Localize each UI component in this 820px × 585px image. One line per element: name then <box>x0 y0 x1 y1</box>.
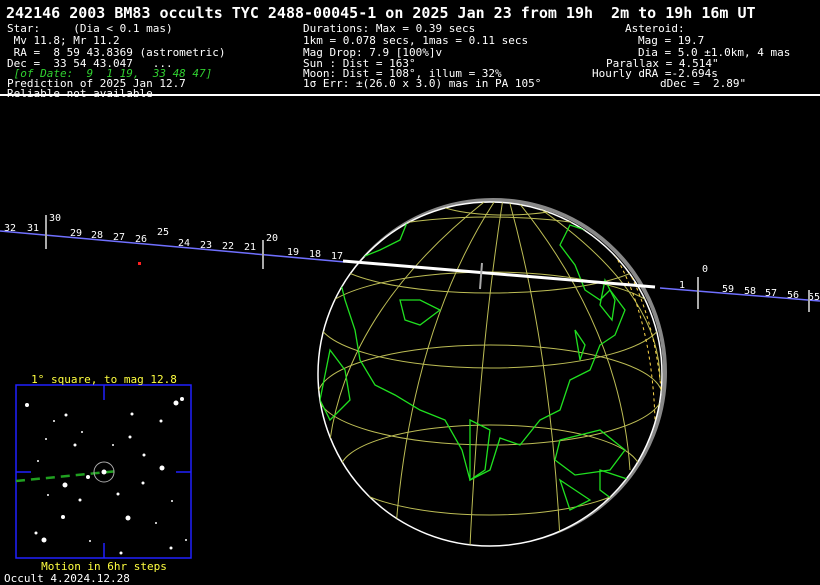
track-label: 31 <box>27 223 39 234</box>
version-label: Occult 4.2024.12.28 <box>4 572 130 585</box>
track-label: 27 <box>113 232 125 243</box>
track-label: 30 <box>49 213 61 224</box>
track-label: 19 <box>287 247 299 258</box>
track-label: 56 <box>787 290 799 301</box>
finder-heading: 1° square, to mag 12.8 <box>31 373 177 386</box>
track-label: 18 <box>309 249 321 260</box>
track-left: 32 31 30 29 28 27 26 25 24 23 22 21 20 1… <box>0 213 346 269</box>
track-label: 32 <box>4 223 16 234</box>
track-label: 0 <box>702 264 708 275</box>
track-label: 17 <box>331 251 343 262</box>
track-label: 1 <box>679 280 685 291</box>
track-right: 1 0 59 58 57 56 55 <box>659 264 820 312</box>
track-label: 59 <box>722 284 734 295</box>
globe <box>317 198 667 547</box>
finder-chart: 1° square, to mag 12.8 Motion in 6hr ste… <box>15 373 192 573</box>
track-label: 25 <box>157 227 169 238</box>
track-label: 58 <box>744 286 756 297</box>
track-minute-labels-right: 1 0 59 58 57 56 55 <box>679 264 820 303</box>
track-label: 24 <box>178 238 190 249</box>
track-minute-labels-left: 32 31 30 29 28 27 26 25 24 23 22 21 20 1… <box>4 213 343 262</box>
track-label: 23 <box>200 240 212 251</box>
red-marker <box>138 262 141 265</box>
track-label: 57 <box>765 288 777 299</box>
track-label: 21 <box>244 242 256 253</box>
occultation-map: 32 31 30 29 28 27 26 25 24 23 22 21 20 1… <box>0 198 820 573</box>
track-label: 22 <box>222 241 234 252</box>
track-label: 26 <box>135 234 147 245</box>
track-label: 20 <box>266 233 278 244</box>
track-label: 29 <box>70 228 82 239</box>
track-label: 28 <box>91 230 103 241</box>
